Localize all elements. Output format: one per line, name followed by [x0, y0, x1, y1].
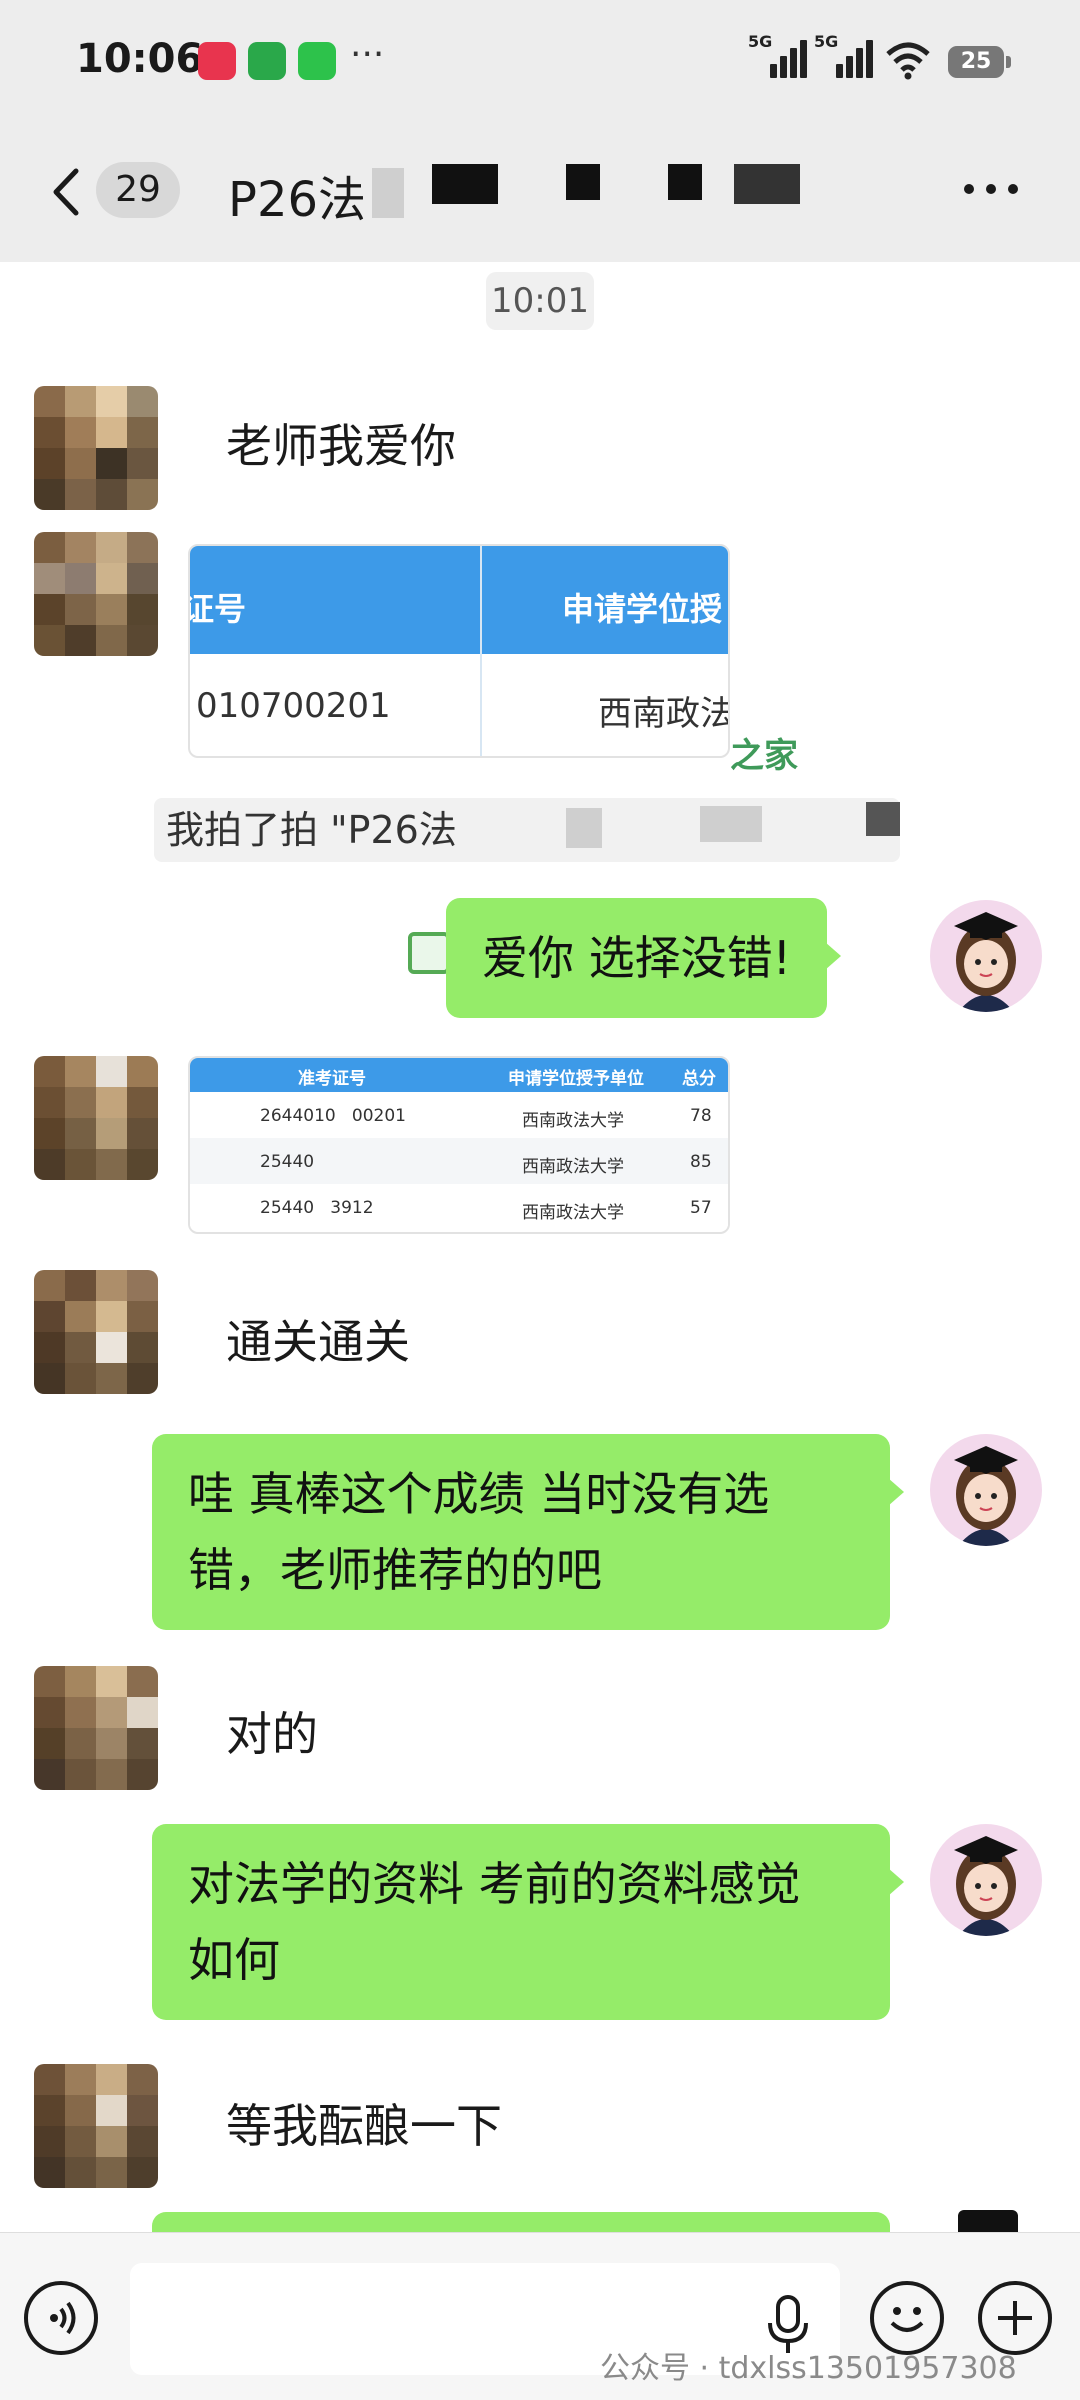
- table-header-cell: 申请学位授: [562, 590, 723, 628]
- check-icon: [408, 932, 450, 974]
- teacher-avatar-partial: [958, 2210, 1018, 2232]
- table-cell: 010700201: [196, 686, 391, 726]
- more-options-icon[interactable]: [964, 184, 1022, 198]
- contact-avatar[interactable]: [34, 1056, 158, 1180]
- table-cell: 25440: [260, 1152, 315, 1172]
- pat-redaction-1: [566, 808, 602, 848]
- table-header-cell: 申请学位授予单位: [508, 1069, 644, 1089]
- pat-redaction-2: [700, 806, 762, 842]
- message-text[interactable]: 等我酝酿一下: [226, 2090, 502, 2156]
- table-cell: 西南政法大学: [522, 1111, 624, 1131]
- wifi-icon: [886, 42, 930, 80]
- wechat-icon: [298, 42, 336, 80]
- back-icon[interactable]: [46, 167, 86, 217]
- message-bubble-sent-partial[interactable]: [152, 2212, 890, 2232]
- contact-avatar[interactable]: [34, 1270, 158, 1394]
- chat-messages-area[interactable]: 10:01 老师我爱你 考证号 申请学位授 010700201 西南政法 之家 …: [0, 262, 1080, 2232]
- status-time: 10:06: [76, 36, 204, 82]
- image-message-score-list[interactable]: 准考证号 申请学位授予单位 总分 2644010 00201 西南政法大学 78…: [188, 1056, 730, 1234]
- image-watermark-text: 之家: [730, 736, 798, 776]
- title-redaction-4: [734, 164, 800, 204]
- timestamp-chip: 10:01: [486, 272, 594, 330]
- signal-icon-1: 5G: [748, 32, 807, 78]
- emoji-icon: [890, 2307, 924, 2332]
- title-redaction-3: [668, 164, 702, 200]
- title-redaction-1: [432, 164, 498, 204]
- table-cell: 78: [690, 1106, 712, 1126]
- status-bar: 10:06 ··· 5G 5G 25: [0, 0, 1080, 120]
- unread-count-badge[interactable]: 29: [96, 162, 180, 218]
- voice-icon: [50, 2301, 76, 2335]
- footer-watermark: 公众号 · tdxlss13501957308: [600, 2351, 1017, 2386]
- contact-avatar[interactable]: [34, 1666, 158, 1790]
- image-message-score-table[interactable]: 考证号 申请学位授 010700201 西南政法: [188, 544, 730, 758]
- table-cell: 25440 3912: [260, 1198, 374, 1218]
- title-blur: [372, 168, 404, 218]
- message-text[interactable]: 对的: [226, 1698, 318, 1764]
- title-redaction-2: [566, 164, 600, 200]
- table-header-cell: 总分: [682, 1069, 716, 1089]
- app-icon-1: [198, 42, 236, 80]
- pat-notice: 我拍了拍 "P26法: [154, 798, 900, 862]
- contact-avatar[interactable]: [34, 2064, 158, 2188]
- plus-icon: [998, 2301, 1032, 2335]
- status-overflow-dots: ···: [350, 34, 385, 75]
- table-cell: 西南政法: [598, 694, 730, 734]
- message-text[interactable]: 通关通关: [226, 1306, 410, 1372]
- teacher-avatar[interactable]: [930, 1824, 1042, 1936]
- message-bubble-sent[interactable]: 对法学的资料 考前的资料感觉 如何: [152, 1824, 904, 2020]
- message-text[interactable]: 老师我爱你: [226, 410, 456, 476]
- message-bubble-sent[interactable]: 哇 真棒这个成绩 当时没有选 错，老师推荐的的吧: [152, 1434, 904, 1630]
- teacher-avatar[interactable]: [930, 900, 1042, 1012]
- table-header-cell: 考证号: [188, 590, 247, 628]
- app-icon-2: [248, 42, 286, 80]
- signal-icon-2: 5G: [814, 32, 873, 78]
- table-header-cell: 准考证号: [298, 1069, 366, 1089]
- chat-title[interactable]: P26法: [228, 160, 366, 230]
- contact-avatar[interactable]: [34, 532, 158, 656]
- contact-avatar[interactable]: [34, 386, 158, 510]
- message-input-bar: 公众号 · tdxlss13501957308: [0, 2232, 1080, 2400]
- table-cell: 85: [690, 1152, 712, 1172]
- chat-header: 29 P26法: [0, 120, 1080, 262]
- table-cell: 57: [690, 1198, 712, 1218]
- voice-toggle-button[interactable]: [24, 2281, 98, 2355]
- table-cell: 2644010 00201: [260, 1106, 407, 1126]
- table-cell: 西南政法大学: [522, 1203, 624, 1223]
- table-cell: 西南政法大学: [522, 1157, 624, 1177]
- teacher-avatar[interactable]: [930, 1434, 1042, 1546]
- battery-indicator: 25: [948, 46, 1011, 78]
- pat-redaction-3: [866, 802, 900, 836]
- message-bubble-sent[interactable]: 爱你 选择没错!: [446, 898, 842, 1018]
